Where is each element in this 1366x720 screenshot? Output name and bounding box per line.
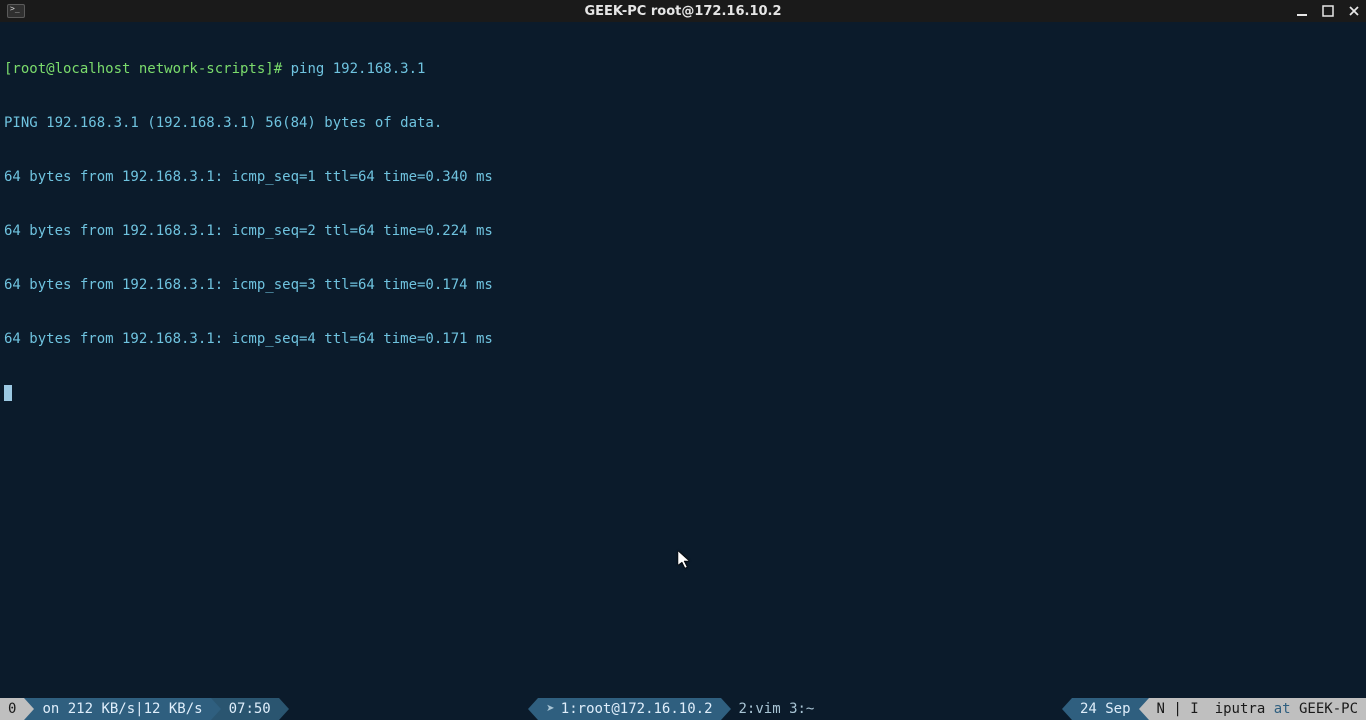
output-line: 64 bytes from 192.168.3.1: icmp_seq=1 tt… (4, 168, 1362, 186)
separator-icon (1062, 698, 1072, 720)
terminal-icon (7, 4, 25, 18)
output-line: 64 bytes from 192.168.3.1: icmp_seq=3 tt… (4, 276, 1362, 294)
status-at: at (1274, 698, 1291, 720)
status-host: iputra at GEEK-PC (1207, 698, 1366, 720)
status-spacer-left (289, 698, 529, 720)
status-time: 07:50 (221, 698, 279, 720)
output-line: PING 192.168.3.1 (192.168.3.1) 56(84) by… (4, 114, 1362, 132)
status-session-label: 0 (8, 698, 16, 720)
status-active-window-label: 1:root@172.16.10.2 (561, 698, 713, 720)
status-other-windows-label: 2:vim 3:~ (739, 698, 815, 720)
close-button[interactable] (1346, 3, 1362, 19)
shell-prompt: [root@localhost network-scripts]# (4, 61, 282, 77)
window-titlebar: GEEK-PC root@172.16.10.2 (0, 0, 1366, 22)
status-net: on 212 KB/s|12 KB/s (34, 698, 210, 720)
output-line: 64 bytes from 192.168.3.1: icmp_seq=4 tt… (4, 330, 1362, 348)
output-line: 64 bytes from 192.168.3.1: icmp_seq=2 tt… (4, 222, 1362, 240)
status-user: iputra (1215, 698, 1266, 720)
maximize-button[interactable] (1320, 3, 1336, 19)
prompt-line: [root@localhost network-scripts]# ping 1… (4, 60, 1362, 78)
status-other-windows[interactable]: 2:vim 3:~ (731, 698, 823, 720)
terminal-cursor (4, 385, 12, 401)
status-session[interactable]: 0 (0, 698, 24, 720)
status-time-label: 07:50 (229, 698, 271, 720)
window-title: GEEK-PC root@172.16.10.2 (0, 4, 1366, 19)
app-icon (0, 0, 32, 22)
tmux-statusbar: 0 on 212 KB/s|12 KB/s 07:50 ➤ 1:root@172… (0, 698, 1366, 720)
play-icon: ➤ (546, 698, 554, 720)
separator-icon (721, 698, 731, 720)
status-mode: N | I (1149, 698, 1207, 720)
shell-command: ping 192.168.3.1 (282, 61, 425, 77)
minimize-button[interactable] (1294, 3, 1310, 19)
separator-icon (211, 698, 221, 720)
status-date-label: 24 Sep (1080, 698, 1131, 720)
separator-icon (1139, 698, 1149, 720)
status-hostname: GEEK-PC (1299, 698, 1358, 720)
separator-icon (279, 698, 289, 720)
status-date: 24 Sep (1072, 698, 1139, 720)
status-mode-label: N | I (1157, 698, 1199, 720)
separator-icon (528, 698, 538, 720)
window-controls (1294, 0, 1362, 22)
status-active-window[interactable]: ➤ 1:root@172.16.10.2 (538, 698, 720, 720)
terminal-viewport[interactable]: [root@localhost network-scripts]# ping 1… (0, 22, 1366, 698)
status-spacer-right (822, 698, 1062, 720)
status-net-label: on 212 KB/s|12 KB/s (42, 698, 202, 720)
separator-icon (24, 698, 34, 720)
cursor-line (4, 384, 1362, 402)
